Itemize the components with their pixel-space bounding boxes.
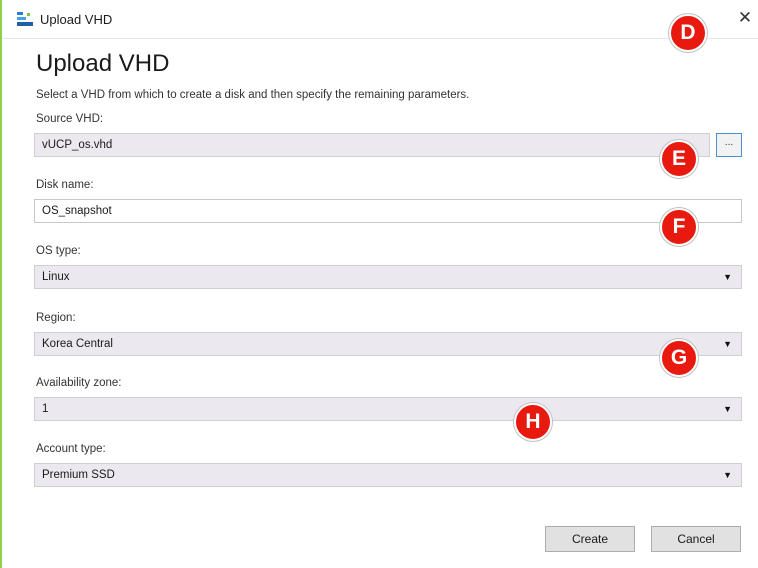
window-title: Upload VHD (40, 12, 113, 27)
account-type-label: Account type: (36, 443, 106, 455)
cancel-button[interactable]: Cancel (651, 526, 741, 552)
availability-zone-value: 1 (42, 403, 49, 415)
dialog-heading: Upload VHD (36, 50, 170, 77)
annotation-marker-h: H (514, 403, 552, 441)
create-button[interactable]: Create (545, 526, 635, 552)
source-vhd-value: vUCP_os.vhd (42, 139, 113, 151)
source-vhd-field[interactable]: vUCP_os.vhd (34, 133, 710, 157)
dialog-description: Select a VHD from which to create a disk… (36, 89, 470, 101)
caret-down-icon: ▼ (723, 339, 732, 349)
window-border (0, 0, 2, 568)
caret-down-icon: ▼ (723, 470, 732, 480)
availability-zone-select[interactable]: 1 ▼ (34, 397, 742, 421)
browse-button[interactable]: ... (716, 133, 742, 157)
os-type-select[interactable]: Linux ▼ (34, 265, 742, 289)
source-vhd-label: Source VHD: (36, 113, 104, 125)
region-label: Region: (36, 312, 76, 324)
availability-zone-label: Availability zone: (36, 377, 122, 389)
annotation-marker-d: D (669, 14, 707, 52)
annotation-marker-g: G (660, 339, 698, 377)
upload-vhd-icon (17, 12, 33, 26)
os-type-value: Linux (42, 271, 70, 283)
annotation-marker-e: E (660, 140, 698, 178)
title-bar: Upload VHD ✕ (2, 0, 758, 39)
annotation-marker-f: F (660, 208, 698, 246)
disk-name-label: Disk name: (36, 179, 94, 191)
close-icon[interactable]: ✕ (734, 7, 756, 29)
disk-name-input[interactable]: OS_snapshot (34, 199, 742, 223)
region-select[interactable]: Korea Central ▼ (34, 332, 742, 356)
caret-down-icon: ▼ (723, 272, 732, 282)
os-type-label: OS type: (36, 245, 81, 257)
account-type-select[interactable]: Premium SSD ▼ (34, 463, 742, 487)
caret-down-icon: ▼ (723, 404, 732, 414)
disk-name-value: OS_snapshot (42, 205, 112, 217)
account-type-value: Premium SSD (42, 469, 115, 481)
region-value: Korea Central (42, 338, 113, 350)
